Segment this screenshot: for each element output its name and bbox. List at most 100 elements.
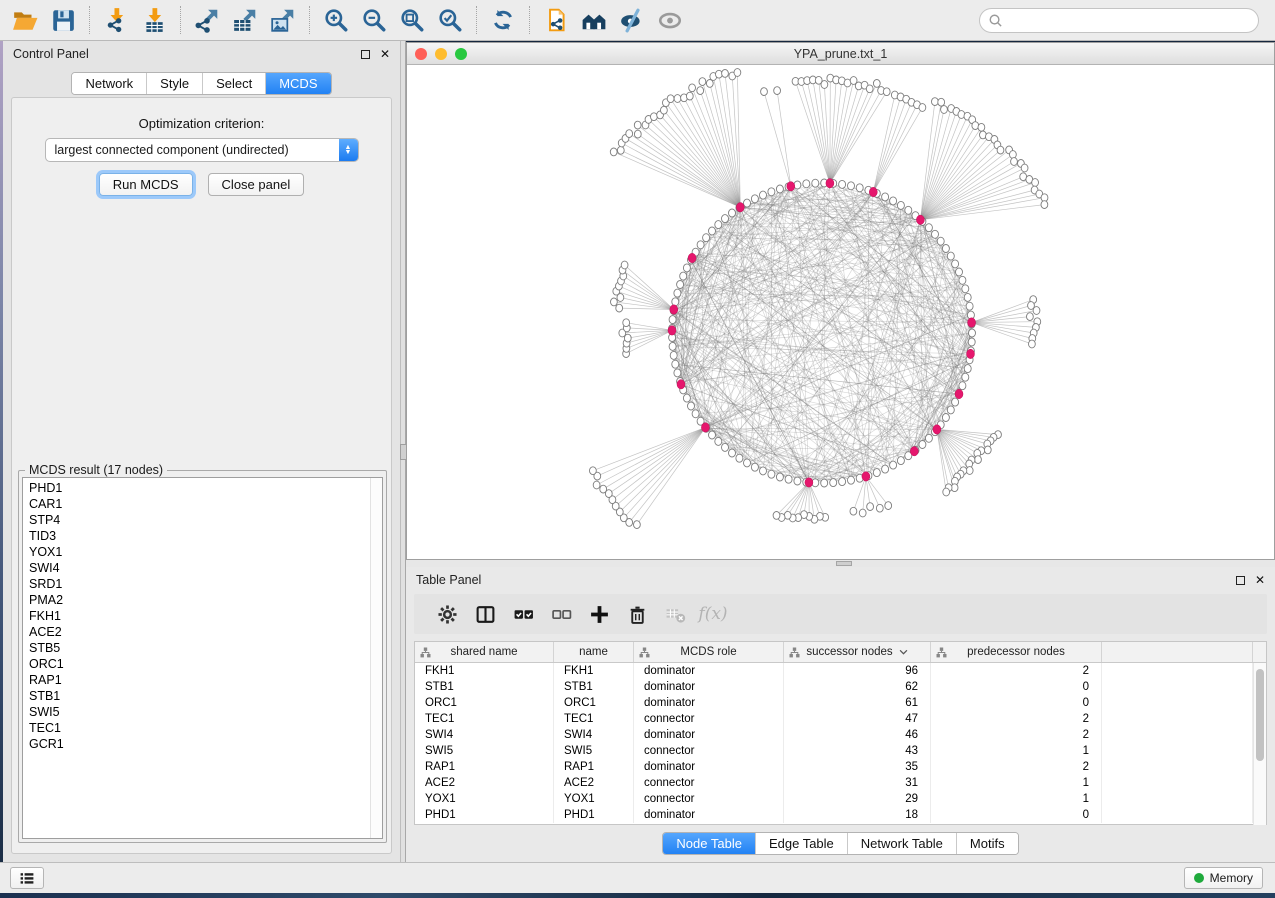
table-cell: 62 [784, 679, 931, 695]
share-document-button[interactable] [537, 3, 575, 37]
network-view[interactable] [407, 65, 1274, 559]
export-image-button[interactable] [264, 3, 302, 37]
table-tab-motifs[interactable]: Motifs [957, 833, 1018, 854]
tab-select[interactable]: Select [203, 73, 266, 94]
zoom-fit-button[interactable] [393, 3, 431, 37]
table-tab-node-table[interactable]: Node Table [663, 833, 756, 854]
task-history-button[interactable] [10, 867, 44, 889]
table-panel-title: Table Panel [416, 573, 481, 587]
first-neighbors-button[interactable] [575, 3, 613, 37]
table-row[interactable]: SWI4SWI4dominator462 [415, 727, 1266, 743]
window-maximize-icon[interactable] [455, 48, 467, 60]
close-panel-icon[interactable]: ✕ [380, 48, 390, 60]
tab-mcds[interactable]: MCDS [266, 73, 330, 94]
table-scrollbar-thumb[interactable] [1256, 669, 1264, 761]
table-tab-network-table[interactable]: Network Table [848, 833, 957, 854]
column-header-successor-nodes[interactable]: successor nodes [784, 642, 931, 662]
mcds-result-item[interactable]: TEC1 [29, 720, 370, 736]
hide-selected-button[interactable] [613, 3, 651, 37]
table-row[interactable]: RAP1RAP1dominator352 [415, 759, 1266, 775]
mcds-result-item[interactable]: STB5 [29, 640, 370, 656]
window-minimize-icon[interactable] [435, 48, 447, 60]
table-scrollbar[interactable] [1253, 663, 1266, 825]
mcds-list-scrollbar[interactable] [370, 478, 382, 838]
mcds-result-item[interactable]: TID3 [29, 528, 370, 544]
tab-style[interactable]: Style [147, 73, 203, 94]
mcds-result-item[interactable]: CAR1 [29, 496, 370, 512]
zoom-out-icon [361, 7, 387, 33]
table-cell: ACE2 [415, 775, 554, 791]
column-header-filler [1102, 642, 1253, 662]
refresh-button[interactable] [484, 3, 522, 37]
column-header-predecessor-nodes[interactable]: predecessor nodes [931, 642, 1102, 662]
show-columns-button[interactable] [466, 598, 504, 630]
refresh-icon [490, 7, 516, 33]
tab-network[interactable]: Network [72, 73, 147, 94]
criterion-dropdown[interactable]: largest connected component (undirected)… [45, 138, 359, 162]
table-row[interactable]: FKH1FKH1dominator962 [415, 663, 1266, 679]
mcds-result-item[interactable]: SWI4 [29, 560, 370, 576]
horizontal-splitter-handle[interactable] [836, 561, 852, 566]
memory-button[interactable]: Memory [1184, 867, 1263, 889]
mcds-result-item[interactable]: ACE2 [29, 624, 370, 640]
mcds-result-list[interactable]: PHD1CAR1STP4TID3YOX1SWI4SRD1PMA2FKH1ACE2… [22, 477, 383, 839]
import-table-button[interactable] [135, 3, 173, 37]
zoom-selected-button[interactable] [431, 3, 469, 37]
close-table-panel-icon[interactable]: ✕ [1255, 574, 1265, 586]
export-table-button[interactable] [226, 3, 264, 37]
mcds-result-item[interactable]: SRD1 [29, 576, 370, 592]
float-panel-icon[interactable] [361, 50, 370, 59]
mcds-result-item[interactable]: ORC1 [29, 656, 370, 672]
mcds-result-item[interactable]: STB1 [29, 688, 370, 704]
table-row[interactable]: PHD1PHD1dominator180 [415, 807, 1266, 823]
deselect-all-button[interactable] [542, 598, 580, 630]
table-row[interactable]: ACE2ACE2connector311 [415, 775, 1266, 791]
column-header-MCDS-role[interactable]: MCDS role [634, 642, 784, 662]
status-bar: Memory [0, 862, 1275, 893]
delete-column-button[interactable] [618, 598, 656, 630]
save-session-button[interactable] [44, 3, 82, 37]
mcds-result-item[interactable]: PHD1 [29, 480, 370, 496]
horizontal-splitter[interactable] [406, 560, 1275, 567]
float-table-panel-icon[interactable] [1236, 576, 1245, 585]
mcds-result-item[interactable]: GCR1 [29, 736, 370, 752]
select-all-button[interactable] [504, 598, 542, 630]
mcds-result-item[interactable]: FKH1 [29, 608, 370, 624]
close-panel-button[interactable]: Close panel [208, 173, 305, 196]
table-row[interactable]: YOX1YOX1connector291 [415, 791, 1266, 807]
run-mcds-button[interactable]: Run MCDS [99, 173, 193, 196]
control-panel-title: Control Panel [13, 47, 89, 61]
mcds-result-item[interactable]: STP4 [29, 512, 370, 528]
table-cell [1102, 807, 1253, 823]
select-all-icon [513, 604, 534, 625]
mcds-result-item[interactable]: SWI5 [29, 704, 370, 720]
mcds-result-item[interactable]: RAP1 [29, 672, 370, 688]
mcds-result-item[interactable]: PMA2 [29, 592, 370, 608]
search-input[interactable] [1008, 14, 1250, 28]
export-network-button[interactable] [188, 3, 226, 37]
column-header-shared-name[interactable]: shared name [415, 642, 554, 662]
table-cell: 1 [931, 791, 1102, 807]
table-cell: PHD1 [415, 807, 554, 823]
network-window-titlebar[interactable]: YPA_prune.txt_1 [407, 43, 1274, 65]
memory-status-icon [1194, 873, 1204, 883]
column-header-name[interactable]: name [554, 642, 634, 662]
zoom-in-button[interactable] [317, 3, 355, 37]
window-close-icon[interactable] [415, 48, 427, 60]
import-network-button[interactable] [97, 3, 135, 37]
table-row[interactable]: TEC1TEC1connector472 [415, 711, 1266, 727]
first-neighbors-icon [581, 7, 607, 33]
table-row[interactable]: ORC1ORC1dominator610 [415, 695, 1266, 711]
mcds-result-item[interactable]: YOX1 [29, 544, 370, 560]
share-document-icon [543, 7, 569, 33]
add-column-button[interactable] [580, 598, 618, 630]
table-row[interactable]: SWI5SWI5connector431 [415, 743, 1266, 759]
mcds-tab-content: Optimization criterion: largest connecte… [11, 97, 392, 854]
table-row[interactable]: STB1STB1dominator620 [415, 679, 1266, 695]
zoom-out-button[interactable] [355, 3, 393, 37]
open-session-button[interactable] [6, 3, 44, 37]
table-cell: 31 [784, 775, 931, 791]
table-settings-button[interactable] [428, 598, 466, 630]
table-tab-edge-table[interactable]: Edge Table [756, 833, 848, 854]
search-box[interactable] [979, 8, 1259, 33]
